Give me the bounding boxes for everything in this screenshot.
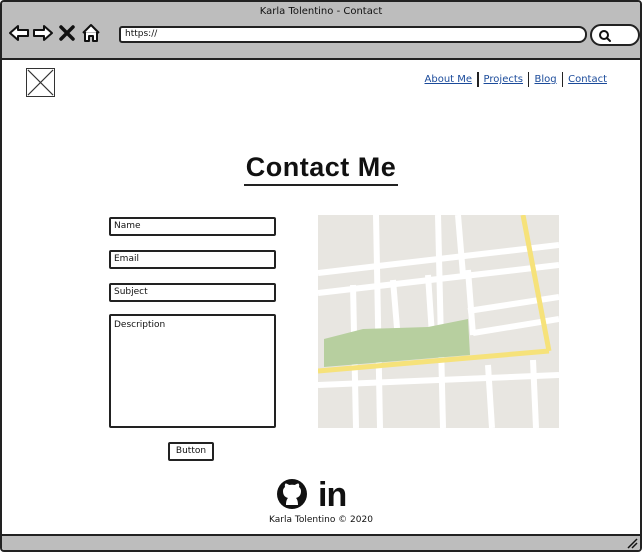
status-bar <box>2 534 640 550</box>
github-icon[interactable] <box>276 478 308 510</box>
page-title: Contact Me <box>2 152 640 186</box>
submit-button[interactable]: Button <box>168 442 214 461</box>
nav-link-about[interactable]: About Me <box>420 74 478 85</box>
nav-link-contact[interactable]: Contact <box>563 74 612 85</box>
linkedin-icon[interactable]: in <box>318 478 347 512</box>
resize-grip-icon[interactable] <box>626 537 638 549</box>
browser-window: Karla Tolentino - Contact https:// About… <box>0 0 642 552</box>
url-bar[interactable]: https:// <box>119 26 587 43</box>
name-field[interactable]: Name <box>109 217 276 236</box>
social-links: in <box>276 478 347 512</box>
forward-arrow-icon[interactable] <box>32 22 54 44</box>
close-icon[interactable] <box>56 22 78 44</box>
top-nav: About Me Projects Blog Contact <box>420 72 612 87</box>
logo-placeholder-image[interactable] <box>26 68 55 97</box>
browser-chrome: Karla Tolentino - Contact https:// <box>2 2 640 60</box>
nav-link-projects[interactable]: Projects <box>479 74 528 85</box>
home-icon[interactable] <box>80 22 102 44</box>
window-title: Karla Tolentino - Contact <box>259 6 383 17</box>
email-field[interactable]: Email <box>109 250 276 269</box>
copyright-text: Karla Tolentino © 2020 <box>269 515 373 525</box>
subject-field[interactable]: Subject <box>109 283 276 302</box>
nav-link-blog[interactable]: Blog <box>529 74 561 85</box>
location-map[interactable] <box>318 215 559 428</box>
search-icon <box>599 30 611 42</box>
search-button[interactable] <box>590 24 640 46</box>
page-title-text: Contact Me <box>243 152 399 186</box>
back-arrow-icon[interactable] <box>8 22 30 44</box>
description-textarea[interactable]: Description <box>109 314 276 428</box>
